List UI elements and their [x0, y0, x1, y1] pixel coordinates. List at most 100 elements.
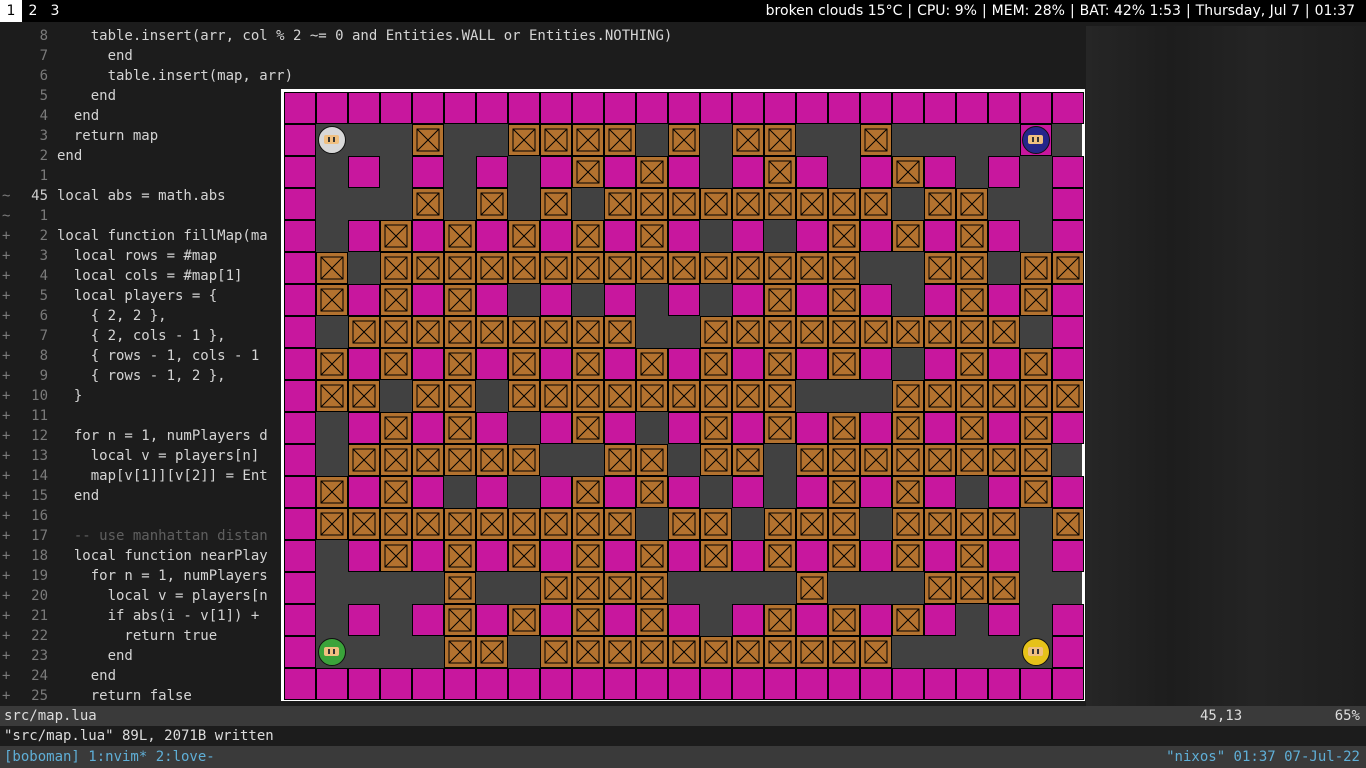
wall-block [796, 92, 828, 124]
code-text: } [57, 388, 83, 404]
line-number: 17 [31, 528, 48, 544]
wall-block [604, 348, 636, 380]
workspace-1[interactable]: 1 [0, 0, 22, 22]
wall-block [924, 92, 956, 124]
floor-tile [892, 636, 924, 668]
wall-block [732, 540, 764, 572]
crate-block [540, 316, 572, 348]
game-window[interactable] [281, 89, 1085, 701]
crate-block [892, 316, 924, 348]
wall-block [924, 476, 956, 508]
floor-tile [828, 124, 860, 156]
wall-block [604, 604, 636, 636]
crate-block [700, 444, 732, 476]
workspace-3[interactable]: 3 [44, 0, 66, 22]
code-text: local rows = #map [57, 248, 218, 264]
crate-block [764, 252, 796, 284]
floor-tile [892, 124, 924, 156]
crate-block [988, 572, 1020, 604]
wall-block [604, 412, 636, 444]
floor-tile [572, 444, 604, 476]
crate-block [444, 380, 476, 412]
crate-block [508, 508, 540, 540]
wall-block [540, 92, 572, 124]
crate-block [1020, 476, 1052, 508]
wall-block [732, 604, 764, 636]
crate-block [860, 124, 892, 156]
code-text: local players = { [57, 288, 218, 304]
crate-block [924, 508, 956, 540]
crate-block [508, 540, 540, 572]
wall-block [284, 220, 316, 252]
workspace-2[interactable]: 2 [22, 0, 44, 22]
wall-block [604, 668, 636, 700]
wall-block [316, 668, 348, 700]
diff-sign: + [2, 348, 11, 364]
wall-block [412, 284, 444, 316]
wall-block [412, 220, 444, 252]
floor-tile [828, 572, 860, 604]
crate-block [380, 540, 412, 572]
crate-block [476, 508, 508, 540]
floor-tile [380, 572, 412, 604]
wall-block [348, 156, 380, 188]
code-text: local function nearPlay [57, 548, 268, 564]
wall-block [284, 540, 316, 572]
crate-block [412, 316, 444, 348]
wall-block [476, 348, 508, 380]
crate-block [892, 412, 924, 444]
crate-block [476, 316, 508, 348]
floor-tile [668, 444, 700, 476]
wall-block [860, 220, 892, 252]
wall-block [572, 92, 604, 124]
wall-block [604, 92, 636, 124]
floor-tile [1052, 572, 1084, 604]
crate-block [764, 636, 796, 668]
line-number: 5 [39, 288, 48, 304]
wall-block [668, 540, 700, 572]
wall-block [444, 92, 476, 124]
floor-tile [348, 636, 380, 668]
scroll-percent: 65% [1334, 708, 1360, 724]
crate-block [540, 252, 572, 284]
crate-block [604, 444, 636, 476]
line-number: 1 [39, 168, 48, 184]
wall-block [668, 284, 700, 316]
tmux-windows[interactable]: [boboman] 1:nvim* 2:love- [4, 746, 215, 768]
crate-block [700, 316, 732, 348]
line-number: 3 [39, 248, 48, 264]
diff-sign: + [2, 268, 11, 284]
floor-tile [732, 572, 764, 604]
crate-block [412, 444, 444, 476]
wall-block [1052, 156, 1084, 188]
crate-block [892, 604, 924, 636]
crate-block [956, 412, 988, 444]
wall-block [1020, 92, 1052, 124]
wall-block [284, 444, 316, 476]
wall-block [540, 412, 572, 444]
code-text: end [57, 148, 83, 164]
command-message-line: "src/map.lua" 89L, 2071B written [0, 726, 1366, 746]
wall-block [540, 476, 572, 508]
wall-block [764, 668, 796, 700]
floor-tile [1020, 156, 1052, 188]
crate-block [444, 252, 476, 284]
floor-tile [636, 316, 668, 348]
wall-block [540, 668, 572, 700]
crate-block [508, 348, 540, 380]
floor-tile [508, 284, 540, 316]
wall-block [668, 348, 700, 380]
floor-tile [316, 188, 348, 220]
line-number: 6 [39, 68, 48, 84]
wall-block [540, 156, 572, 188]
crate-block [796, 572, 828, 604]
wall-block [732, 92, 764, 124]
wall-block [284, 348, 316, 380]
crate-block [540, 508, 572, 540]
wall-block [508, 92, 540, 124]
crate-block [636, 572, 668, 604]
wall-block [284, 668, 316, 700]
crate-block [828, 636, 860, 668]
crate-block [1020, 444, 1052, 476]
wall-block [380, 92, 412, 124]
